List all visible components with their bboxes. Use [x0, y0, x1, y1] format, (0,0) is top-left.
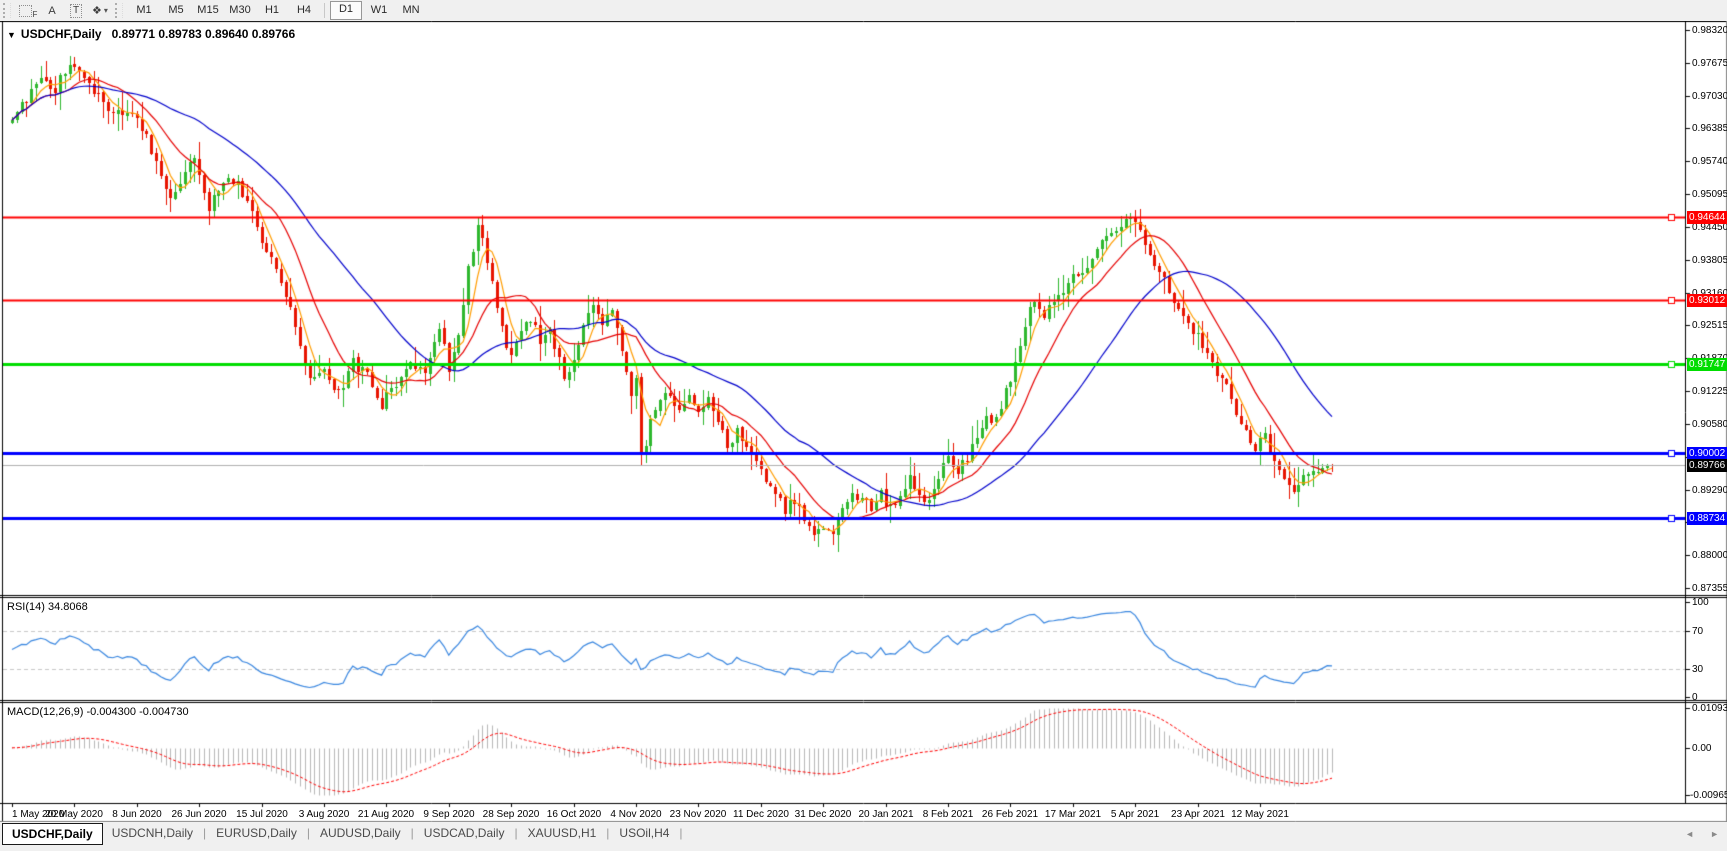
date-axis-label: 31 Dec 2020 [795, 809, 852, 820]
chart-tab-usdcad-daily[interactable]: USDCAD,Daily [415, 823, 514, 843]
timeframe-m30-button[interactable]: M30 [225, 2, 255, 19]
price-axis-tick-label: 0.87355 [1692, 583, 1727, 594]
rsi-axis-tick-label: 70 [1692, 626, 1703, 637]
price-level-tag: 0.91747 [1687, 358, 1727, 371]
chart-ohlc-values: 0.89771 0.89783 0.89640 0.89766 [112, 27, 296, 41]
date-axis-label: 4 Nov 2020 [610, 809, 661, 820]
tab-scroll-right-icon[interactable]: ► [1710, 829, 1719, 839]
date-axis-label: 12 May 2021 [1231, 809, 1289, 820]
timeframe-group: M1M5M15M30H1H4 D1W1MN [128, 1, 427, 20]
tab-scroll-left-icon[interactable]: ◄ [1685, 829, 1694, 839]
chart-title: ▼ USDCHF,Daily 0.89771 0.89783 0.89640 0.8… [7, 27, 295, 41]
text-box-icon[interactable]: T [66, 2, 86, 19]
chart-symbol: USDCHF,Daily [21, 27, 102, 41]
date-axis-label: 23 Apr 2021 [1171, 809, 1225, 820]
price-axis-tick-label: 0.91225 [1692, 386, 1727, 397]
grid-box-letter: F [33, 11, 38, 19]
price-axis-tick-label: 0.89290 [1692, 485, 1727, 496]
price-axis-tick-label: 0.88000 [1692, 550, 1727, 561]
chart-tab-audusd-daily[interactable]: AUDUSD,Daily [311, 823, 410, 843]
timeframe-d1-button[interactable]: D1 [330, 1, 362, 20]
current-price-tag: 0.89766 [1687, 459, 1727, 472]
price-level-tag: 0.93012 [1687, 294, 1727, 307]
chart-grid-icon[interactable]: F [18, 2, 38, 19]
price-axis-tick-label: 0.92515 [1692, 320, 1727, 331]
price-axis-tick-label: 0.97030 [1692, 91, 1727, 102]
price-chart-canvas[interactable] [0, 21, 1727, 822]
letter-a-icon: A [48, 5, 55, 17]
price-level-tag: 0.88734 [1687, 512, 1727, 525]
timeframe-mn-button[interactable]: MN [396, 2, 426, 19]
rsi-indicator-label: RSI(14) 34.8068 [7, 601, 88, 613]
letter-t-icon: T [70, 4, 82, 18]
grid-box-icon [19, 5, 32, 17]
date-axis-label: 5 Apr 2021 [1111, 809, 1159, 820]
tab-divider: | [678, 823, 683, 844]
macd-indicator-label: MACD(12,26,9) -0.004300 -0.004730 [7, 706, 189, 718]
date-axis-label: 23 Nov 2020 [670, 809, 727, 820]
chart-tab-eurusd-daily[interactable]: EURUSD,Daily [207, 823, 306, 843]
timeframe-m15-button[interactable]: M15 [193, 2, 223, 19]
date-axis-label: 21 Aug 2020 [358, 809, 414, 820]
date-axis-label: 17 Mar 2021 [1045, 809, 1101, 820]
date-axis-label: 26 Feb 2021 [982, 809, 1038, 820]
date-axis-label: 3 Aug 2020 [299, 809, 350, 820]
date-axis-label: 16 Oct 2020 [547, 809, 601, 820]
date-axis-label: 15 Jul 2020 [236, 809, 288, 820]
price-axis-tick-label: 0.98320 [1692, 25, 1727, 36]
toolbar-grip[interactable] [3, 3, 11, 18]
toolbar-separator [324, 3, 325, 18]
timeframe-m5-button[interactable]: M5 [161, 2, 191, 19]
date-axis-label: 11 Dec 2020 [733, 809, 789, 820]
draw-objects-button[interactable]: ❖ ▾ [90, 2, 110, 19]
price-axis-tick-label: 0.95095 [1692, 189, 1727, 200]
date-axis-label: 9 Sep 2020 [423, 809, 474, 820]
date-axis-label: 20 Jan 2021 [858, 809, 913, 820]
price-axis-tick-label: 0.97675 [1692, 58, 1727, 69]
price-axis-tick-label: 0.90580 [1692, 419, 1727, 430]
rsi-axis-tick-label: 0 [1692, 692, 1698, 703]
timeframe-h4-button[interactable]: H4 [289, 2, 319, 19]
date-axis-label: 8 Feb 2021 [923, 809, 974, 820]
rsi-axis-tick-label: 30 [1692, 664, 1703, 675]
price-axis-tick-label: 0.96385 [1692, 123, 1727, 134]
macd-axis-tick-label: 0.010933 [1692, 703, 1727, 714]
chevron-down-icon: ▾ [104, 6, 108, 15]
chart-tab-xauusd-h1[interactable]: XAUUSD,H1 [519, 823, 606, 843]
price-axis-tick-label: 0.95740 [1692, 156, 1727, 167]
text-label-icon[interactable]: A [42, 2, 62, 19]
date-axis-label: 20 May 2020 [45, 809, 103, 820]
rsi-axis-tick-label: 100 [1692, 597, 1709, 608]
timeframe-w1-button[interactable]: W1 [364, 2, 394, 19]
chart-tab-bar: USDCHF,DailyUSDCNH,Daily|EURUSD,Daily|AU… [0, 822, 1727, 851]
top-toolbar: F A T ❖ ▾ M1M5M15M30H1H4 D1W1MN [0, 0, 1727, 21]
timeframe-h1-button[interactable]: H1 [257, 2, 287, 19]
macd-axis-tick-label: -0.009653 [1690, 790, 1727, 801]
chart-window: ▼ USDCHF,Daily 0.89771 0.89783 0.89640 0.8… [0, 21, 1727, 822]
toolbar-grip[interactable] [115, 3, 123, 18]
draw-objects-icon: ❖ [92, 4, 102, 17]
chart-tab-usdcnh-daily[interactable]: USDCNH,Daily [103, 823, 202, 843]
price-level-tag: 0.94644 [1687, 211, 1727, 224]
tab-scroll-arrows: ◄ ► [1685, 829, 1719, 839]
chart-tab-usoil-h4[interactable]: USOil,H4 [610, 823, 678, 843]
date-axis-label: 26 Jun 2020 [171, 809, 226, 820]
date-axis-label: 8 Jun 2020 [112, 809, 162, 820]
price-axis[interactable] [1686, 21, 1727, 803]
chart-tab-usdchf-daily[interactable]: USDCHF,Daily [2, 823, 103, 845]
macd-axis-tick-label: 0.00 [1692, 743, 1711, 754]
timeframe-m1-button[interactable]: M1 [129, 2, 159, 19]
date-axis-label: 28 Sep 2020 [483, 809, 540, 820]
price-axis-tick-label: 0.93805 [1692, 255, 1727, 266]
symbol-dropdown-icon[interactable]: ▼ [7, 30, 16, 40]
